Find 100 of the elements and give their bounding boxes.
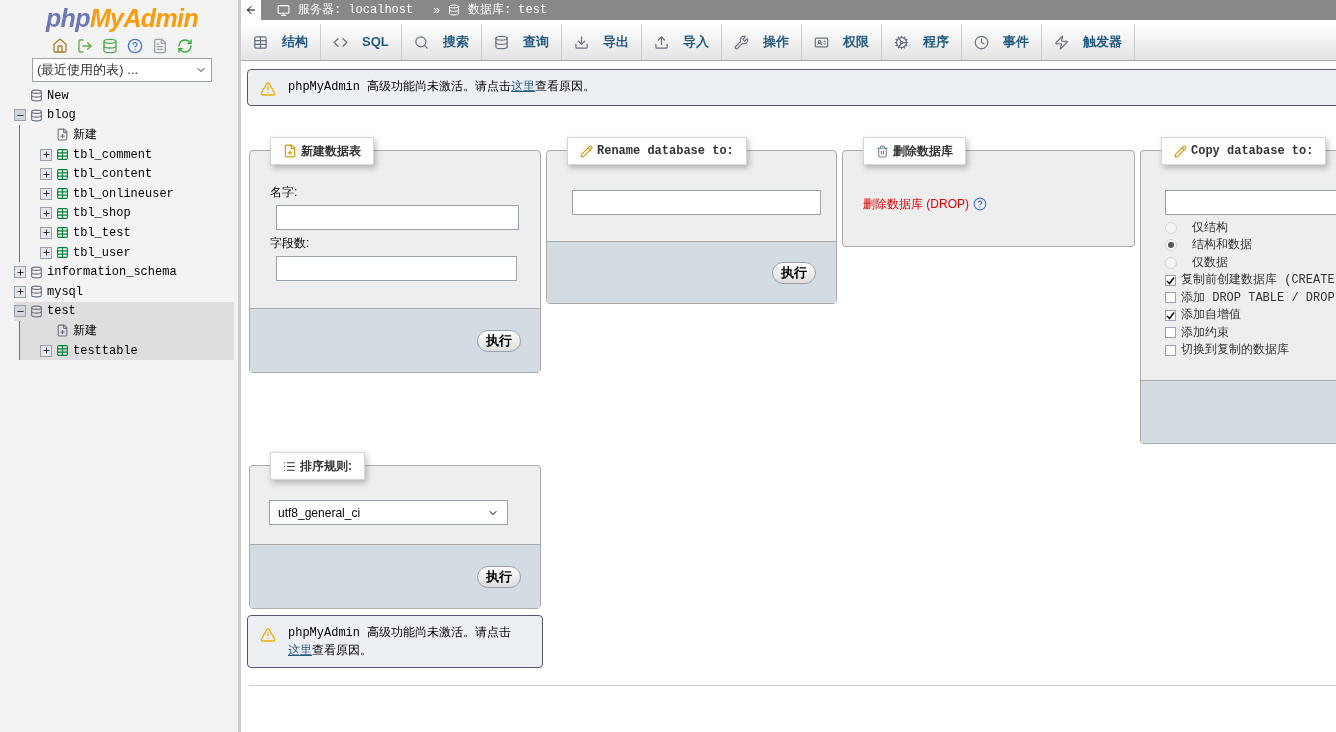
tab[interactable]: 导入	[641, 24, 722, 60]
tree-row[interactable]: tbl_test	[40, 223, 234, 243]
tree-item[interactable]: information_schema	[47, 263, 177, 282]
recent-tables-select[interactable]: (最近使用的表) ...	[32, 58, 212, 82]
database-icon[interactable]	[101, 38, 118, 54]
tree-item[interactable]: testtable	[73, 341, 138, 360]
tree-row[interactable]: tbl_comment	[40, 144, 234, 165]
radio-button[interactable]	[1165, 239, 1177, 252]
expand-icon[interactable]	[40, 148, 52, 161]
tree-item[interactable]: 新建	[73, 126, 97, 144]
tree-row[interactable]: tbl_onlineuser	[40, 183, 234, 204]
field-label: 字段数:	[270, 235, 311, 252]
logo[interactable]: phpMyAdmin	[10, 4, 234, 32]
table-icon	[56, 148, 69, 162]
server-link[interactable]: 服务器: localhost	[298, 1, 414, 19]
server-icon	[277, 3, 290, 17]
tree-row[interactable]: tbl_shop	[40, 203, 234, 224]
tree-item[interactable]: tbl_test	[73, 223, 131, 242]
tab[interactable]: 程序	[881, 24, 962, 60]
back-button[interactable]	[241, 0, 261, 20]
tab[interactable]: 触发器	[1041, 24, 1135, 60]
notice-text: phpMyAdmin 高级功能尚未激活。请点击这里查看原因。	[287, 78, 596, 96]
name-input[interactable]	[276, 205, 519, 230]
new-name-input[interactable]	[572, 190, 821, 215]
panel-title: Rename database to:	[597, 143, 734, 160]
here-link[interactable]: 这里	[288, 643, 312, 657]
drop-database-link[interactable]: 删除数据库 (DROP)	[863, 195, 969, 213]
expand-icon[interactable]	[40, 226, 52, 239]
execute-button[interactable]: 执行	[477, 565, 521, 588]
expand-icon[interactable]	[40, 246, 52, 259]
tab[interactable]: 查询	[481, 24, 562, 60]
option-label: 仅结构	[1192, 219, 1228, 237]
database-link[interactable]: 数据库: test	[467, 1, 548, 19]
checkbox[interactable]	[1165, 309, 1176, 321]
checkbox[interactable]	[1165, 292, 1176, 304]
expand-icon[interactable]	[40, 344, 52, 357]
warning-icon	[260, 627, 276, 643]
tab[interactable]: SQL	[321, 24, 402, 60]
panel-title: 新建数据表	[301, 143, 361, 160]
collation-select[interactable]: utf8_general_ci	[269, 500, 508, 525]
collapse-icon[interactable]	[14, 305, 26, 318]
tab-icon	[653, 34, 669, 50]
tree-item[interactable]: 新建	[73, 321, 97, 340]
tree-item[interactable]: tbl_onlineuser	[73, 184, 174, 203]
checkbox[interactable]	[1165, 344, 1176, 356]
columns-input[interactable]	[276, 256, 517, 281]
execute-button[interactable]: 执行	[477, 329, 521, 352]
checkbox[interactable]	[1165, 274, 1176, 286]
tab-icon	[973, 34, 989, 50]
tree-item[interactable]: tbl_comment	[73, 145, 153, 164]
expand-icon[interactable]	[14, 285, 26, 298]
tree-item[interactable]: tbl_shop	[73, 204, 131, 223]
help-icon[interactable]	[973, 197, 987, 211]
collapse-icon[interactable]	[14, 109, 26, 122]
tree-row[interactable]: tbl_content	[40, 164, 234, 184]
document-icon[interactable]	[151, 38, 168, 54]
tab[interactable]: 搜索	[401, 24, 482, 60]
tab-icon	[813, 34, 829, 50]
checkbox[interactable]	[1165, 327, 1176, 339]
table-icon	[56, 226, 69, 240]
tree-item[interactable]: New	[47, 86, 69, 105]
table-icon	[56, 206, 69, 220]
arrow-left-icon	[245, 4, 257, 16]
help-icon[interactable]	[126, 38, 143, 54]
tab[interactable]: 导出	[561, 24, 642, 60]
logout-icon[interactable]	[76, 38, 93, 54]
radio-button[interactable]	[1165, 221, 1177, 234]
tree-row[interactable]: 新建	[40, 125, 234, 145]
tree-item[interactable]: tbl_content	[73, 165, 153, 184]
tree-item[interactable]: blog	[47, 106, 76, 125]
tab[interactable]: 事件	[961, 24, 1042, 60]
option-label: 添加自增值	[1181, 307, 1241, 325]
here-link[interactable]: 这里	[511, 79, 536, 93]
tree-row[interactable]: blog	[14, 105, 234, 126]
tab[interactable]: 权限	[801, 24, 882, 60]
expand-icon[interactable]	[40, 168, 52, 181]
tree-row[interactable]: New	[14, 86, 234, 106]
tree-item[interactable]: tbl_user	[73, 243, 131, 262]
reload-icon[interactable]	[176, 38, 193, 54]
tab[interactable]: 操作	[721, 24, 802, 60]
tab[interactable]: 结构	[241, 24, 321, 60]
tree-row[interactable]: test	[14, 301, 234, 322]
tree-item[interactable]: test	[47, 302, 76, 321]
home-icon[interactable]	[51, 38, 68, 54]
option-label: 添加约束	[1181, 324, 1229, 342]
tree-row[interactable]: tbl_user	[40, 242, 234, 263]
table-icon	[56, 344, 69, 357]
notice-text: phpMyAdmin 高级功能尚未激活。请点击 这里查看原因。	[287, 625, 513, 659]
tab-icon	[733, 34, 749, 50]
tree-row[interactable]: mysql	[14, 281, 234, 302]
expand-icon[interactable]	[40, 207, 52, 220]
expand-icon[interactable]	[40, 187, 52, 200]
copy-name-input[interactable]	[1165, 190, 1336, 215]
radio-button[interactable]	[1165, 256, 1177, 269]
tree-item[interactable]: mysql	[47, 282, 83, 301]
execute-button[interactable]: 执行	[772, 261, 816, 284]
expand-icon[interactable]	[14, 266, 26, 279]
option-label: 仅数据	[1192, 254, 1228, 272]
table-icon	[56, 246, 69, 260]
tree-row[interactable]: information_schema	[14, 262, 234, 282]
